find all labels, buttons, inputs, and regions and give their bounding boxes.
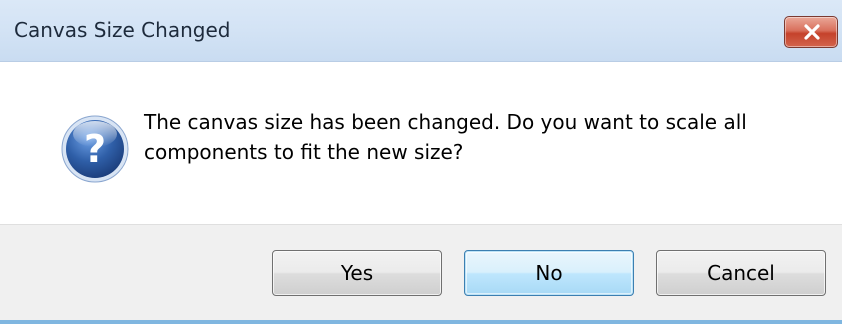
dialog-message: The canvas size has been changed. Do you… bbox=[144, 110, 747, 164]
title-bar[interactable]: Canvas Size Changed bbox=[0, 0, 842, 62]
dialog-window: Canvas Size Changed ? The canvas size ha… bbox=[0, 0, 842, 324]
window-bottom-border bbox=[0, 320, 842, 324]
dialog-title: Canvas Size Changed bbox=[14, 18, 231, 42]
close-icon bbox=[804, 24, 820, 40]
button-bar: Yes No Cancel bbox=[0, 224, 842, 320]
dialog-content: ? The canvas size has been changed. Do y… bbox=[0, 62, 842, 224]
no-button[interactable]: No bbox=[464, 250, 634, 296]
yes-button[interactable]: Yes bbox=[272, 250, 442, 296]
question-icon: ? bbox=[61, 115, 129, 183]
svg-text:?: ? bbox=[84, 127, 106, 171]
close-button[interactable] bbox=[784, 16, 838, 48]
cancel-button[interactable]: Cancel bbox=[656, 250, 826, 296]
